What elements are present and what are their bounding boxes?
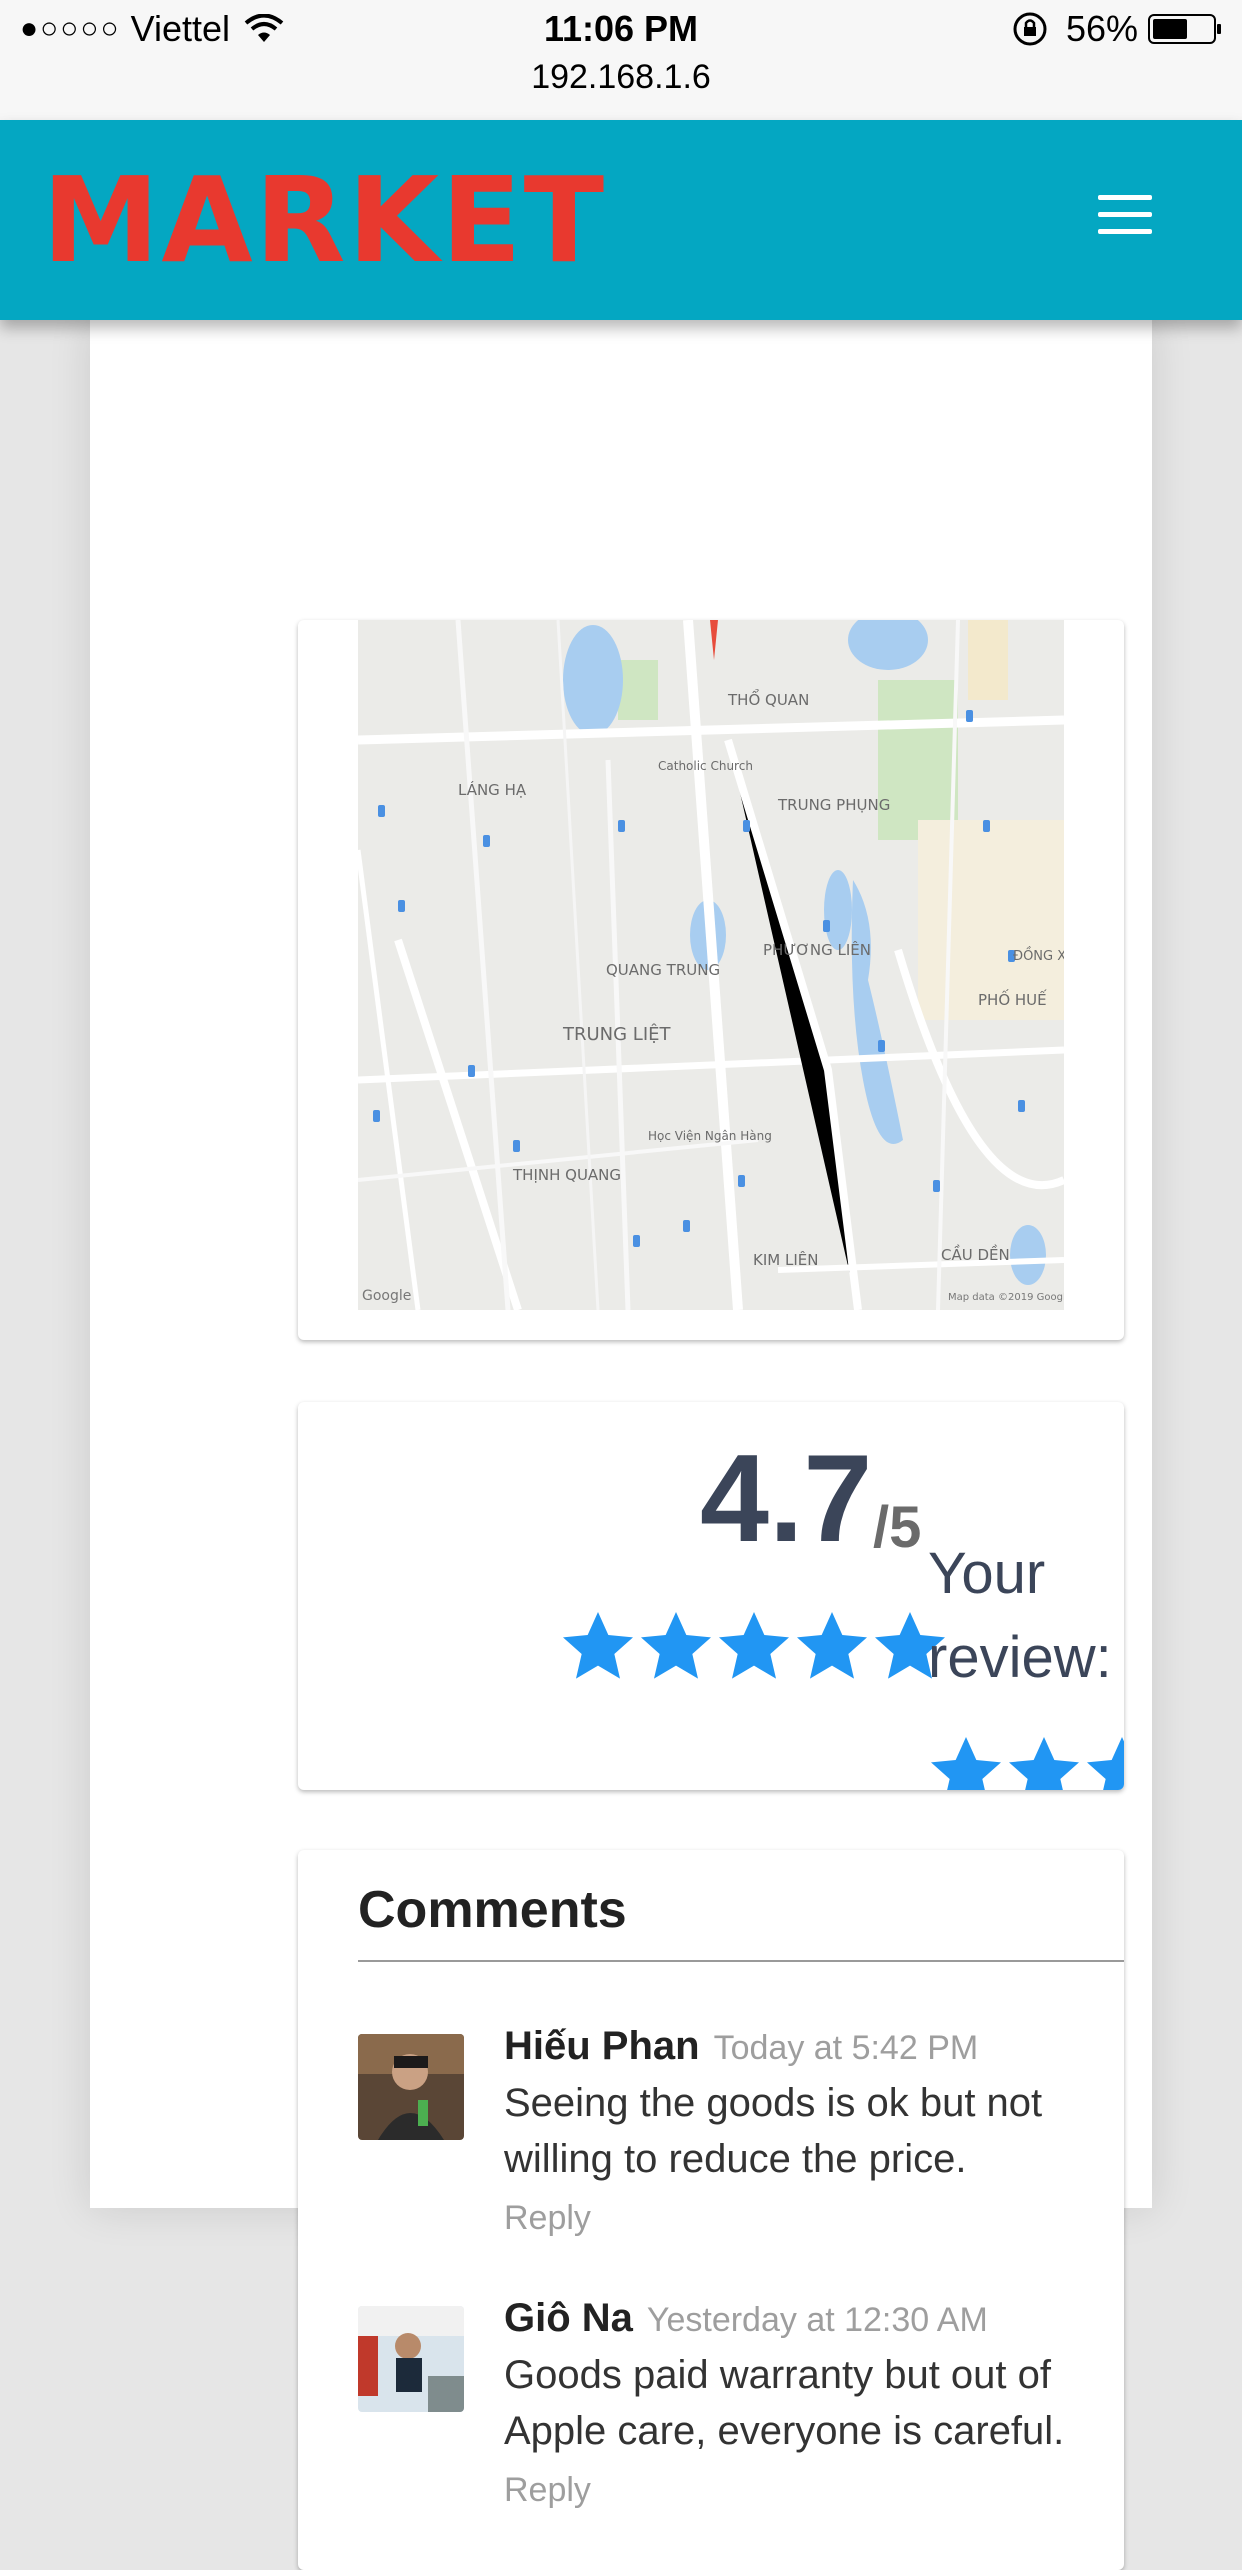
hamburger-menu-icon[interactable] xyxy=(1090,195,1160,245)
status-bar: ●○○○○ Viettel 11:06 PM 192.168.1.6 56% xyxy=(0,0,1242,120)
rating-max: /5 xyxy=(873,1495,922,1560)
your-review-label: Your review: xyxy=(928,1541,1112,1690)
comments-title: Comments xyxy=(358,1881,627,1939)
star-icon xyxy=(719,1612,789,1679)
map-label: LÁNG HẠ xyxy=(458,780,527,799)
average-rating-value: 4.7 xyxy=(700,1430,873,1568)
star-icon[interactable] xyxy=(1082,1732,1124,1790)
average-rating-stars xyxy=(558,1607,948,1687)
comment-time: Today at 5:42 PM xyxy=(713,2029,979,2067)
orientation-lock-icon xyxy=(1013,12,1047,46)
map-data-attribution: Map data ©2019 Google xyxy=(948,1292,1064,1303)
location-map[interactable]: LÁNG HẠ THỔ QUAN TRUNG PHỤNG QUANG TRUNG… xyxy=(358,620,1064,1310)
map-label: KIM LIÊN xyxy=(753,1250,818,1269)
google-attribution: Google xyxy=(362,1288,411,1304)
map-label: Học Viện Ngân Hàng xyxy=(648,1129,772,1143)
comment-author[interactable]: Hiếu Phan xyxy=(504,2024,700,2068)
map-label: PHỐ HUẾ xyxy=(978,988,1047,1009)
url-bar[interactable]: 192.168.1.6 xyxy=(0,58,1242,97)
avatar[interactable] xyxy=(358,2034,464,2140)
comment-author[interactable]: Giô Na xyxy=(504,2296,633,2340)
star-icon[interactable] xyxy=(926,1732,1006,1790)
map-label: PHƯƠNG LIÊN xyxy=(763,940,871,959)
map-label: THỊNH QUANG xyxy=(512,1166,621,1184)
your-review-stars[interactable] xyxy=(926,1732,1124,1790)
top-nav-bar: MARKET xyxy=(0,120,1242,320)
map-label: QUANG TRUNG xyxy=(606,961,720,979)
divider xyxy=(358,1960,1124,1962)
map-graphic: LÁNG HẠ THỔ QUAN TRUNG PHỤNG QUANG TRUNG… xyxy=(358,620,1064,1310)
avatar[interactable] xyxy=(358,2306,464,2412)
map-label: THỔ QUAN xyxy=(727,688,809,709)
map-label: Catholic Church xyxy=(658,759,753,773)
battery-icon xyxy=(1148,14,1221,44)
comments-card: Comments Hiếu Phan Today at 5:42 PM Seein… xyxy=(298,1850,1124,2570)
rating-card: 4.7 /5 Your review: xyxy=(298,1402,1124,1790)
star-icon[interactable] xyxy=(1004,1732,1084,1790)
reply-link[interactable]: Reply xyxy=(504,2199,1104,2238)
star-icon xyxy=(797,1612,867,1679)
comment-text: Goods paid warranty but out of Apple car… xyxy=(504,2353,1065,2453)
comment-time: Yesterday at 12:30 AM xyxy=(646,2301,988,2339)
comment-text: Seeing the goods is ok but not willing t… xyxy=(504,2081,1043,2181)
map-label: TRUNG PHỤNG xyxy=(777,796,890,814)
map-label: ĐỒNG XUÂN xyxy=(1013,947,1064,964)
map-label: TRUNG LIỆT xyxy=(562,1023,672,1045)
reply-link[interactable]: Reply xyxy=(504,2471,1104,2510)
battery-percent: 56% xyxy=(1065,8,1138,49)
map-card: LÁNG HẠ THỔ QUAN TRUNG PHỤNG QUANG TRUNG… xyxy=(298,620,1124,1340)
comment-body: Hiếu Phan Today at 5:42 PM Seeing the goo… xyxy=(504,2024,1104,2238)
star-icon xyxy=(563,1612,633,1679)
market-logo[interactable]: MARKET xyxy=(42,160,606,280)
star-icon xyxy=(641,1612,711,1679)
map-label: CẦU DỀN xyxy=(941,1243,1010,1264)
content-column: LÁNG HẠ THỔ QUAN TRUNG PHỤNG QUANG TRUNG… xyxy=(90,320,1152,2570)
comment-body: Giô Na Yesterday at 12:30 AM Goods paid w… xyxy=(504,2296,1104,2510)
status-right: 56% xyxy=(1012,8,1222,50)
